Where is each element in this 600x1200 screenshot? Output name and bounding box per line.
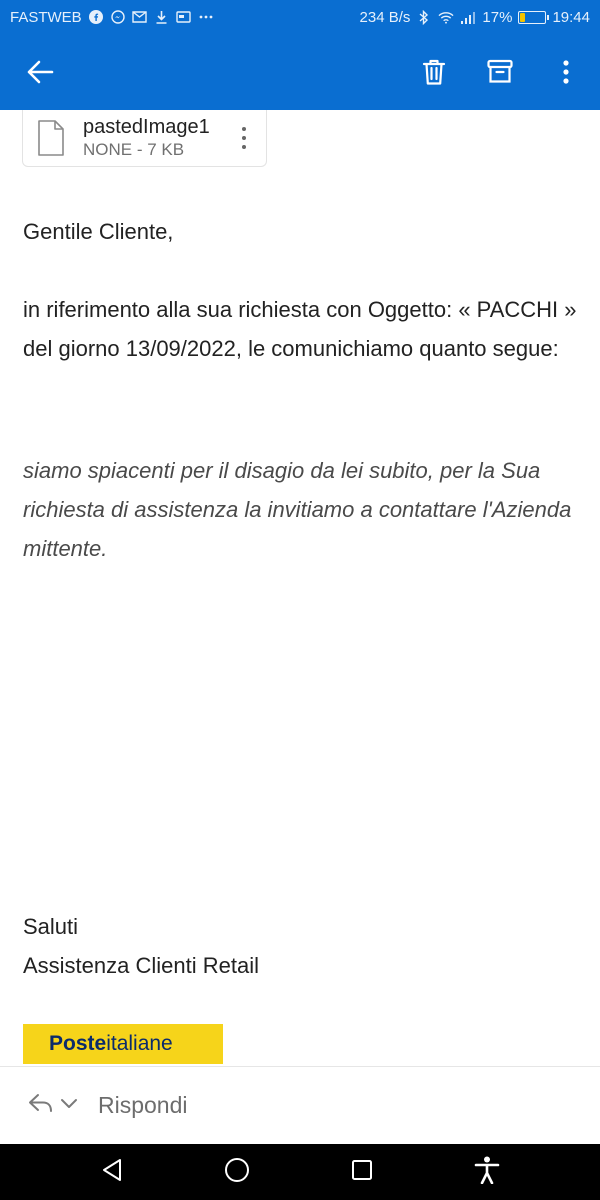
status-right: 234 B/s 17% 19:44: [360, 9, 590, 26]
reply-button[interactable]: Rispondi: [98, 1092, 188, 1119]
battery-icon: [518, 10, 550, 24]
poste-italiane-logo: Poste italiane: [23, 1024, 223, 1064]
download-icon: [154, 9, 170, 25]
archive-icon[interactable]: [482, 54, 518, 90]
carrier-name: FASTWEB: [10, 8, 82, 26]
facebook-icon: [88, 9, 104, 25]
file-icon: [37, 120, 65, 156]
status-left: FASTWEB: [10, 9, 214, 26]
app-bar-actions: [416, 54, 584, 90]
more-dots-icon: [198, 9, 214, 25]
logo-bold-text: Poste: [49, 1032, 107, 1055]
app-bar: [0, 34, 600, 110]
attachment-card[interactable]: pastedImage1 NONE - 7 KB: [22, 110, 267, 167]
signoff-line-1: Saluti: [23, 914, 79, 939]
signal-icon: [460, 9, 476, 25]
messenger-icon: [110, 9, 126, 25]
attachment-name: pastedImage1: [83, 116, 210, 138]
status-bar: FASTWEB 234 B/s 17% 19:44: [0, 0, 600, 34]
back-arrow-icon[interactable]: [22, 54, 58, 90]
attachment-more-icon[interactable]: [234, 127, 254, 149]
network-speed: 234 B/s: [359, 8, 411, 26]
accessibility-icon[interactable]: [474, 1156, 500, 1189]
battery-fill: [520, 12, 525, 22]
signoff-line-2: Assistenza Clienti Retail: [23, 953, 259, 978]
recents-square-icon[interactable]: [351, 1159, 373, 1186]
logo-regular-text: italiane: [106, 1032, 173, 1055]
attachment-text: pastedImage1 NONE - 7 KB: [83, 115, 234, 161]
email-paragraph-1: in riferimento alla sua richiesta con Og…: [23, 297, 577, 361]
back-triangle-icon[interactable]: [101, 1158, 123, 1187]
bluetooth-icon: [416, 9, 432, 25]
email-signoff: Saluti Assistenza Clienti Retail: [23, 907, 583, 985]
reply-icons: [28, 1093, 78, 1118]
trash-icon[interactable]: [416, 54, 452, 90]
wifi-icon: [438, 9, 454, 25]
reply-icon[interactable]: [28, 1093, 54, 1118]
card-icon: [176, 9, 192, 25]
system-nav-bar: [0, 1144, 600, 1200]
reply-bar[interactable]: Rispondi: [0, 1066, 600, 1144]
home-circle-icon[interactable]: [224, 1157, 250, 1188]
email-greeting: Gentile Cliente,: [23, 219, 174, 244]
clock: 19:44: [552, 8, 590, 26]
battery-percent: 17%: [482, 8, 513, 26]
email-content: pastedImage1 NONE - 7 KB Gentile Cliente…: [0, 110, 600, 1066]
email-paragraph-2: siamo spiacenti per il disagio da lei su…: [23, 458, 572, 561]
gmail-icon: [132, 9, 148, 25]
attachment-meta: NONE - 7 KB: [83, 140, 185, 159]
chevron-down-icon[interactable]: [60, 1097, 78, 1115]
more-vert-icon[interactable]: [548, 54, 584, 90]
